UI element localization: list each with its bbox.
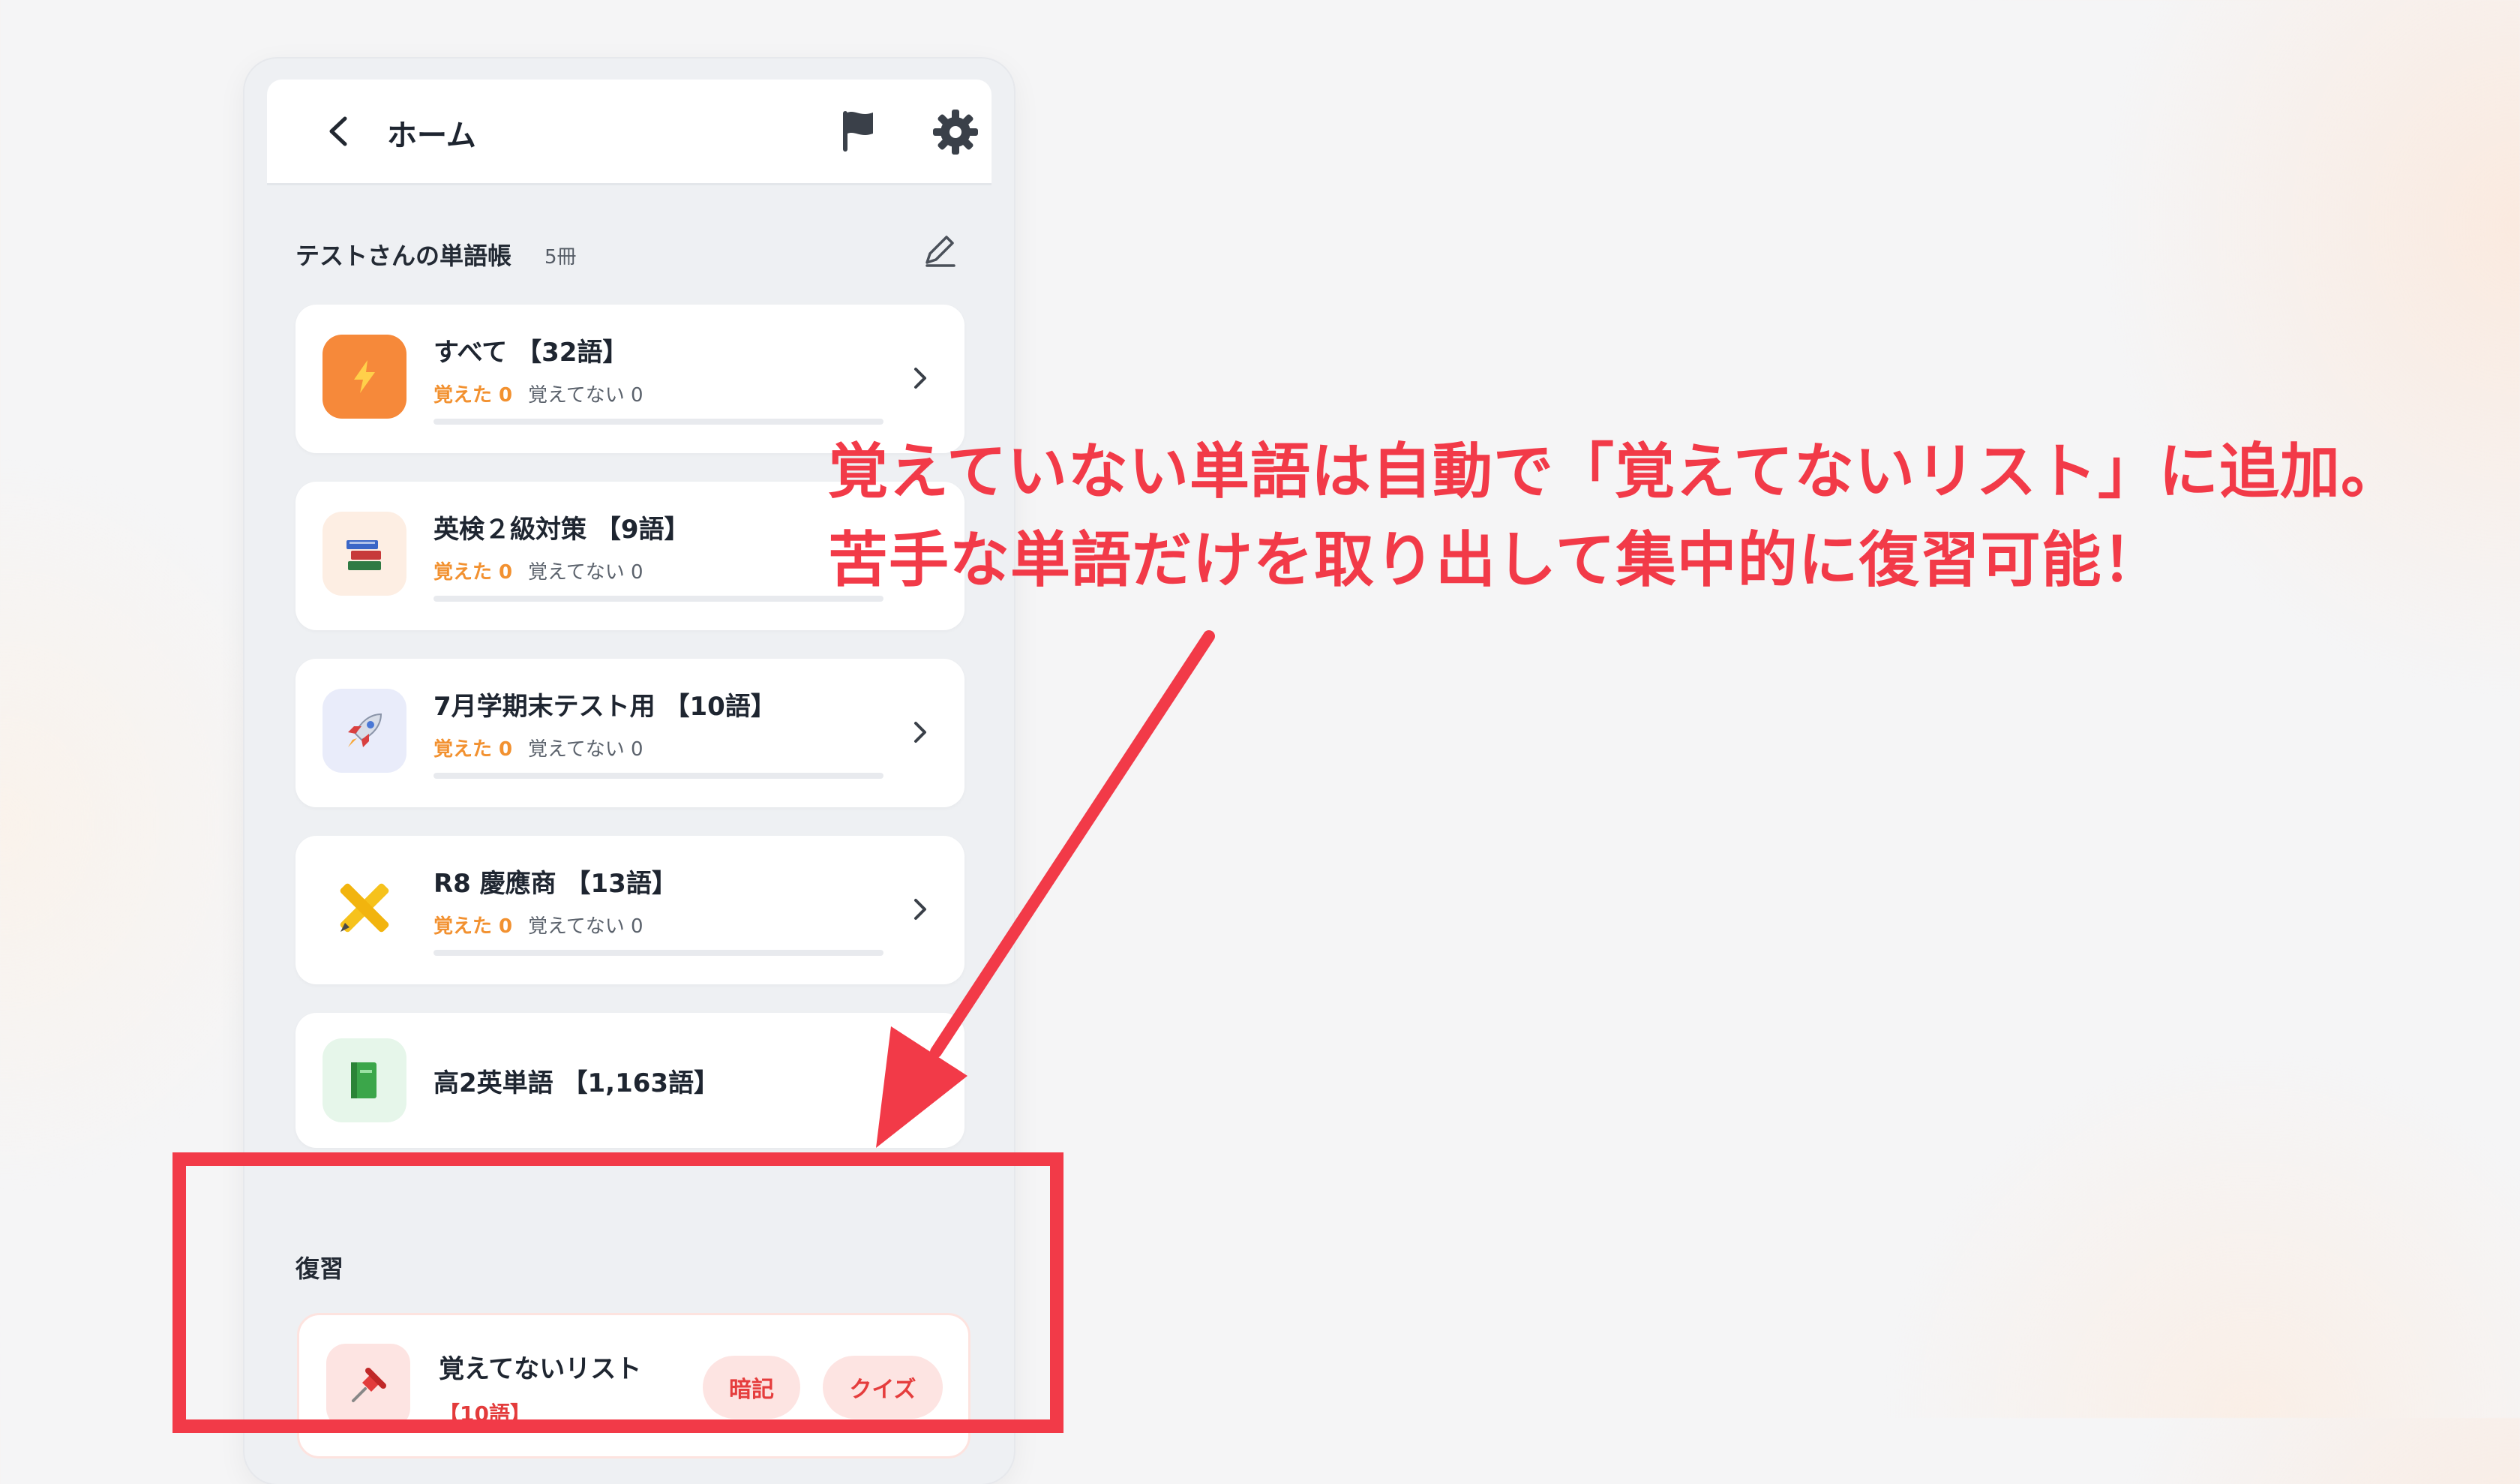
- wordbook-card-keio[interactable]: R8 慶應商 【13語】 覚えた 0 覚えてない 0: [296, 836, 964, 984]
- pencil-ruler-icon: [322, 866, 406, 950]
- unknown-count: 覚えてない 0: [528, 384, 644, 407]
- page-title: ホーム: [387, 119, 476, 153]
- green-book-icon: [322, 1038, 406, 1122]
- wordbook-title: R8 慶應商 【13語】: [434, 869, 677, 899]
- chevron-right-icon: [914, 722, 926, 743]
- flag-icon[interactable]: [837, 108, 879, 153]
- wordbook-title: 高2英単語 【1,163語】: [434, 1068, 720, 1098]
- known-count: 覚えた 0: [434, 384, 513, 407]
- unknown-count: 覚えてない 0: [528, 915, 644, 938]
- unknown-count: 覚えてない 0: [528, 738, 644, 761]
- lightning-icon: [322, 335, 406, 419]
- wordbook-title: 英検２級対策 【9語】: [434, 515, 690, 545]
- annotation-text: 覚えていない単語は自動で「覚えてないリスト」に追加。 苦手な単語だけを取り出して…: [828, 428, 2402, 605]
- wordbook-title: 7月学期末テスト用 【10語】: [434, 692, 776, 722]
- known-count: 覚えた 0: [434, 738, 513, 761]
- rocket-icon: [322, 689, 406, 773]
- wordbooks-section-title: テストさんの単語帳: [296, 242, 512, 270]
- wordbooks-count: 5冊: [544, 246, 577, 269]
- wordbook-card-final-exam[interactable]: 7月学期末テスト用 【10語】 覚えた 0 覚えてない 0: [296, 659, 964, 807]
- wordbook-title: すべて 【32語】: [434, 338, 628, 368]
- edit-pencil-icon[interactable]: [920, 230, 960, 270]
- known-count: 覚えた 0: [434, 561, 513, 584]
- highlight-box: [172, 1152, 1064, 1433]
- top-bar: ホーム: [267, 80, 992, 185]
- wordbook-card-grade2[interactable]: 高2英単語 【1,163語】: [296, 1013, 964, 1148]
- progress-bar: [434, 596, 884, 602]
- unknown-count: 覚えてない 0: [528, 561, 644, 584]
- progress-bar: [434, 773, 884, 779]
- back-arrow-icon[interactable]: [324, 114, 354, 149]
- books-icon: [322, 512, 406, 596]
- progress-bar: [434, 950, 884, 956]
- known-count: 覚えた 0: [434, 915, 513, 938]
- annotation-line-1: 覚えていない単語は自動で「覚えてないリスト」に追加。: [828, 437, 2402, 506]
- chevron-right-icon: [914, 899, 926, 920]
- gear-icon[interactable]: [932, 108, 980, 156]
- annotation-line-2: 苦手な単語だけを取り出して集中的に復習可能！: [828, 525, 2163, 595]
- chevron-right-icon: [914, 368, 926, 389]
- progress-bar: [434, 419, 884, 425]
